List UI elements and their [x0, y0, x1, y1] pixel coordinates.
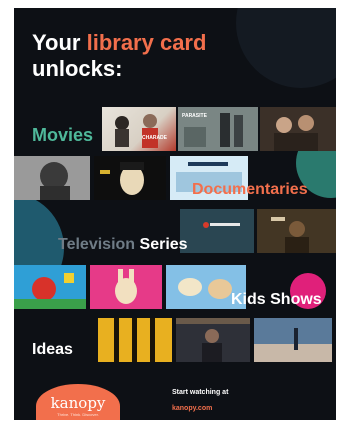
tv-thumbnail [257, 209, 336, 253]
ideas-artwork [176, 318, 250, 362]
headline: Your library card unlocks: [32, 30, 322, 82]
documentary-artwork [14, 156, 90, 200]
ideas-thumbnail [176, 318, 250, 362]
movie-thumbnail: CHARADE [102, 107, 176, 151]
tv-artwork [257, 209, 336, 253]
headline-start: Your [32, 30, 87, 55]
tv-thumbnail [180, 209, 254, 253]
category-tv-part2: Series [139, 236, 188, 253]
start-watching-text: Start watching at [172, 389, 229, 396]
headline-accent: library card [86, 30, 207, 55]
category-ideas: Ideas [32, 341, 73, 358]
movie-title-label: CHARADE [142, 135, 167, 141]
ideas-thumbnail [254, 318, 332, 362]
movie-artwork [260, 107, 336, 151]
logo-tagline: Thrive. Think. Discover. [57, 412, 99, 417]
ideas-artwork [98, 318, 172, 362]
category-documentaries: Documentaries [192, 181, 308, 198]
ideas-artwork [254, 318, 332, 362]
tv-artwork [180, 209, 254, 253]
kids-artwork [90, 265, 162, 309]
kids-artwork [14, 265, 86, 309]
category-tv-part1: Television [58, 236, 136, 253]
kanopy-logo: kanopy Thrive. Think. Discover. [36, 384, 120, 420]
headline-line2: unlocks: [32, 56, 123, 81]
documentary-thumbnail [94, 156, 166, 200]
movie-title-label: PARASITE [182, 113, 207, 119]
category-kids-shows: Kids Shows [231, 291, 322, 308]
category-television-series: Television Series [58, 236, 188, 254]
kanopy-link[interactable]: kanopy.com [172, 405, 212, 412]
category-movies: Movies [32, 125, 94, 145]
movie-thumbnail [260, 107, 336, 151]
documentary-thumbnail [14, 156, 90, 200]
ideas-thumbnail [98, 318, 172, 362]
logo-name: kanopy [50, 394, 106, 412]
kids-thumbnail [90, 265, 162, 309]
movie-artwork [115, 114, 158, 148]
kids-thumbnail [14, 265, 86, 309]
kanopy-poster: Your library card unlocks: CHARADE PARAS… [14, 8, 336, 420]
movie-thumbnail: PARASITE [178, 107, 258, 151]
documentary-artwork [100, 162, 144, 195]
